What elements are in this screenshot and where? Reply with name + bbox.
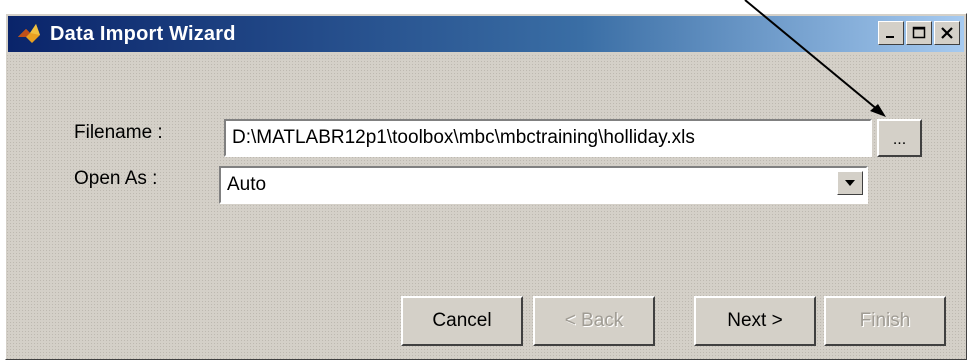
next-button[interactable]: Next > (694, 296, 816, 346)
maximize-button[interactable] (906, 21, 932, 45)
filename-label: Filename : (74, 122, 163, 143)
cancel-button[interactable]: Cancel (401, 296, 523, 346)
back-button[interactable]: < Back (533, 296, 655, 346)
browse-button[interactable]: ... (877, 119, 922, 157)
open-as-select[interactable]: Auto (219, 166, 868, 204)
title-bar[interactable]: Data Import Wizard (8, 16, 964, 52)
dialog-window: Data Import Wizard Filename : D:\MATLABR… (5, 13, 967, 360)
dropdown-button[interactable] (837, 171, 863, 195)
open-as-value: Auto (227, 174, 267, 195)
minimize-button[interactable] (878, 21, 904, 45)
dialog-content: Filename : D:\MATLABR12p1\toolbox\mbc\mb… (6, 54, 966, 359)
filename-field[interactable]: D:\MATLABR12p1\toolbox\mbc\mbctraining\h… (224, 119, 872, 157)
open-as-label: Open As : (74, 168, 158, 189)
chevron-down-icon (845, 180, 855, 186)
finish-button[interactable]: Finish (824, 296, 946, 346)
maximize-icon (912, 26, 926, 39)
minimize-icon (886, 36, 894, 38)
matlab-logo-icon (18, 24, 40, 43)
window-title: Data Import Wizard (50, 22, 236, 45)
close-button[interactable] (934, 21, 960, 45)
close-icon (941, 27, 953, 39)
